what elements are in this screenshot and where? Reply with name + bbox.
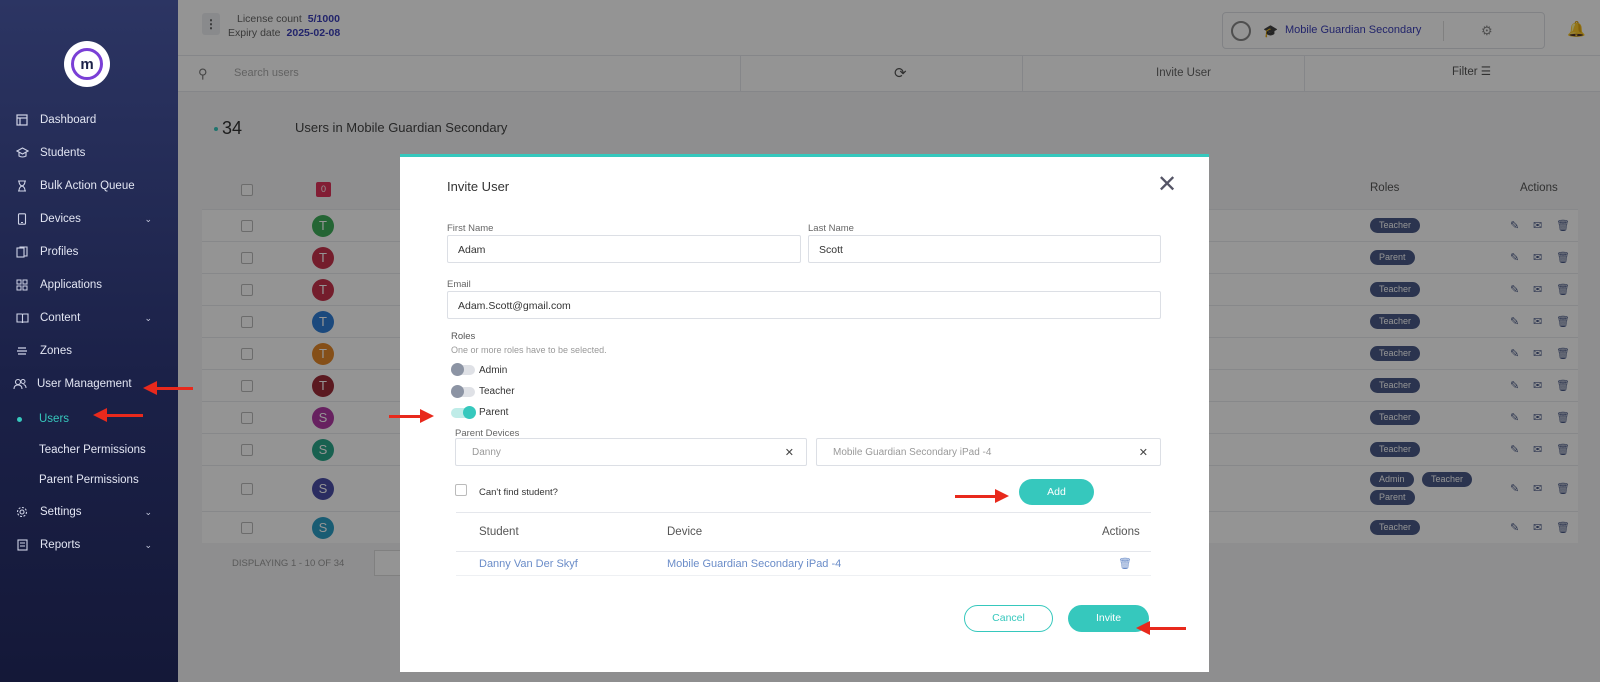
student-select-value: Danny	[472, 447, 501, 458]
sidebar-subitem-label: Parent Permissions	[39, 474, 139, 486]
parent-role-toggle[interactable]	[451, 406, 476, 419]
sidebar-item-bulk-action-queue[interactable]: Bulk Action Queue	[0, 173, 178, 199]
annotation-arrow-user-management	[143, 381, 193, 395]
close-icon[interactable]: ✕	[1157, 173, 1177, 197]
sidebar-subitem-label: Teacher Permissions	[39, 444, 146, 456]
profiles-icon	[15, 245, 29, 259]
sidebar-item-label: Content	[40, 312, 81, 324]
sidebar-item-label: Applications	[40, 279, 103, 291]
gear-icon	[15, 505, 29, 519]
chevron-down-icon: ⌄	[144, 312, 152, 323]
teacher-role-label: Teacher	[479, 386, 515, 397]
sidebar-item-settings[interactable]: Settings ⌄	[0, 499, 178, 525]
sidebar-item-label: Bulk Action Queue	[40, 180, 135, 192]
invite-user-modal: Invite User ✕ First Name Adam Last Name …	[400, 154, 1209, 672]
first-name-field[interactable]: Adam	[447, 235, 801, 263]
sidebar-item-zones[interactable]: Zones	[0, 338, 178, 364]
book-icon	[15, 311, 29, 325]
roles-hint: One or more roles have to be selected.	[451, 345, 607, 355]
clear-icon[interactable]: ✕	[785, 446, 794, 459]
student-name[interactable]: Danny Van Der Skyf	[479, 558, 578, 570]
hourglass-icon	[15, 179, 29, 193]
student-select[interactable]: Danny ✕	[455, 438, 807, 466]
email-label: Email	[447, 279, 471, 290]
reports-icon	[15, 538, 29, 552]
sidebar-item-applications[interactable]: Applications	[0, 272, 178, 298]
last-name-label: Last Name	[808, 223, 854, 234]
admin-role-label: Admin	[479, 365, 508, 376]
cancel-button[interactable]: Cancel	[964, 605, 1053, 632]
add-button[interactable]: Add	[1019, 479, 1094, 505]
students-icon	[15, 146, 29, 160]
annotation-arrow-invite	[1136, 621, 1186, 635]
sidebar-item-reports[interactable]: Reports ⌄	[0, 532, 178, 558]
sidebar: m Dashboard Students Bulk Action Queue D…	[0, 0, 178, 682]
grid-icon	[15, 278, 29, 292]
device-icon	[15, 212, 29, 226]
modal-title: Invite User	[447, 179, 510, 194]
roles-label: Roles	[451, 331, 476, 342]
chevron-down-icon: ⌄	[144, 506, 152, 517]
admin-role-toggle[interactable]	[451, 363, 475, 376]
toggle-knob	[463, 406, 476, 419]
sidebar-item-content[interactable]: Content ⌄	[0, 305, 178, 331]
app-logo[interactable]: m	[64, 41, 110, 87]
toggle-knob	[451, 363, 464, 376]
sidebar-subitem-label: Users	[39, 413, 70, 425]
sidebar-item-label: Students	[40, 147, 86, 159]
annotation-arrow-users	[93, 408, 143, 422]
chevron-down-icon: ⌄	[144, 539, 152, 550]
sidebar-item-label: Reports	[40, 539, 81, 551]
sidebar-subitem-parent-permissions[interactable]: Parent Permissions	[0, 469, 178, 491]
sidebar-subitem-teacher-permissions[interactable]: Teacher Permissions	[0, 439, 178, 461]
first-name-label: First Name	[447, 223, 494, 234]
device-select-value: Mobile Guardian Secondary iPad -4	[833, 447, 992, 458]
cant-find-student-checkbox[interactable]	[455, 484, 467, 496]
device-name[interactable]: Mobile Guardian Secondary iPad -4	[667, 558, 841, 570]
annotation-arrow-add	[955, 489, 1009, 503]
device-select[interactable]: Mobile Guardian Secondary iPad -4 ✕	[816, 438, 1161, 466]
users-icon	[13, 377, 27, 391]
clear-icon[interactable]: ✕	[1139, 446, 1148, 459]
column-header-actions: Actions	[1102, 526, 1140, 538]
toggle-knob	[451, 385, 464, 398]
parent-devices-table-header: Student Device Actions	[456, 512, 1151, 552]
sidebar-subitem-users[interactable]: Users	[0, 408, 178, 430]
sidebar-item-devices[interactable]: Devices ⌄	[0, 206, 178, 232]
sidebar-item-profiles[interactable]: Profiles	[0, 239, 178, 265]
sidebar-item-dashboard[interactable]: Dashboard	[0, 107, 178, 133]
sidebar-item-label: User Management	[37, 378, 132, 390]
sidebar-item-students[interactable]: Students	[0, 140, 178, 166]
sidebar-item-label: Devices	[40, 213, 81, 225]
cant-find-student-label: Can't find student?	[479, 487, 558, 498]
sidebar-item-label: Settings	[40, 506, 82, 518]
annotation-arrow-parent-toggle	[389, 409, 434, 423]
dashboard-icon	[15, 113, 29, 127]
active-dot	[17, 417, 22, 422]
parent-role-label: Parent	[479, 407, 509, 418]
table-row: Danny Van Der Skyf Mobile Guardian Secon…	[456, 552, 1151, 576]
chevron-down-icon: ⌄	[144, 213, 152, 224]
sidebar-item-label: Dashboard	[40, 114, 97, 126]
last-name-field[interactable]: Scott	[808, 235, 1161, 263]
column-header-student: Student	[479, 526, 519, 538]
email-field[interactable]: Adam.Scott@gmail.com	[447, 291, 1161, 319]
sidebar-item-label: Zones	[40, 345, 72, 357]
column-header-device: Device	[667, 526, 703, 538]
logo-mark: m	[71, 48, 103, 80]
teacher-role-toggle[interactable]	[451, 385, 475, 398]
zones-icon	[15, 344, 29, 358]
trash-icon[interactable]: 🗑	[1118, 557, 1132, 570]
sidebar-item-label: Profiles	[40, 246, 79, 258]
